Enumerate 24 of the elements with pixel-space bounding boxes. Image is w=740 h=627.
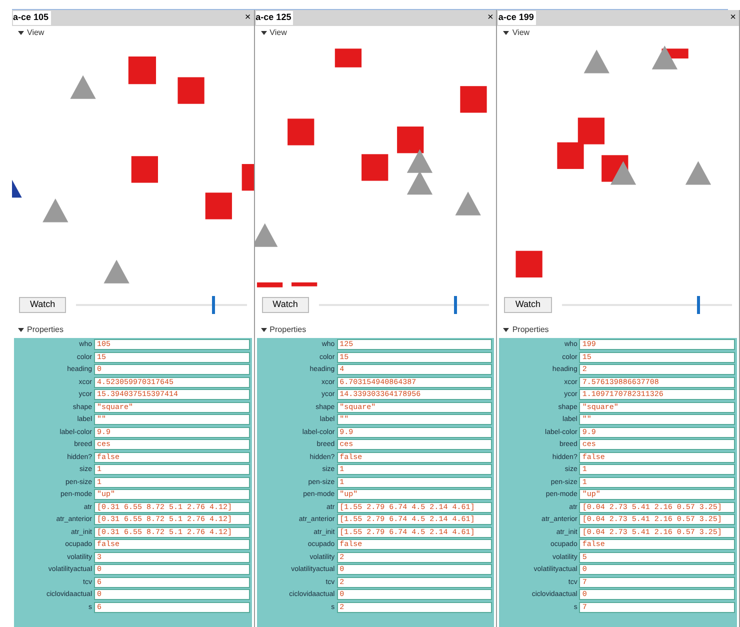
slider-thumb[interactable] <box>454 296 458 314</box>
monitor-title: a-ce 125 <box>256 11 294 25</box>
watch-button[interactable]: Watch <box>504 297 552 313</box>
view-section-label[interactable]: View <box>270 27 287 39</box>
view-section-label[interactable]: View <box>512 27 530 39</box>
triangle-down-icon <box>18 31 24 35</box>
close-button[interactable]: × <box>486 13 496 23</box>
slider-thumb[interactable] <box>212 296 215 314</box>
properties-section-label[interactable]: Properties <box>270 324 306 336</box>
properties-section-label[interactable]: Properties <box>512 324 549 336</box>
triangle-down-icon <box>18 328 24 332</box>
monitor-title: a-ce 105 <box>13 11 51 25</box>
triangle-down-icon <box>260 328 267 332</box>
triangle-down-icon <box>503 328 510 332</box>
triangle-down-icon <box>260 31 267 35</box>
close-button[interactable]: × <box>728 13 738 23</box>
watch-button[interactable]: Watch <box>262 297 309 313</box>
close-button[interactable]: × <box>242 13 253 23</box>
view-section-label[interactable]: View <box>27 27 44 39</box>
properties-section-label[interactable]: Properties <box>27 324 64 336</box>
triangle-down-icon <box>503 31 510 35</box>
slider-thumb[interactable] <box>696 296 700 314</box>
monitor-title: a-ce 199 <box>498 11 536 25</box>
watch-button[interactable]: Watch <box>19 297 66 313</box>
